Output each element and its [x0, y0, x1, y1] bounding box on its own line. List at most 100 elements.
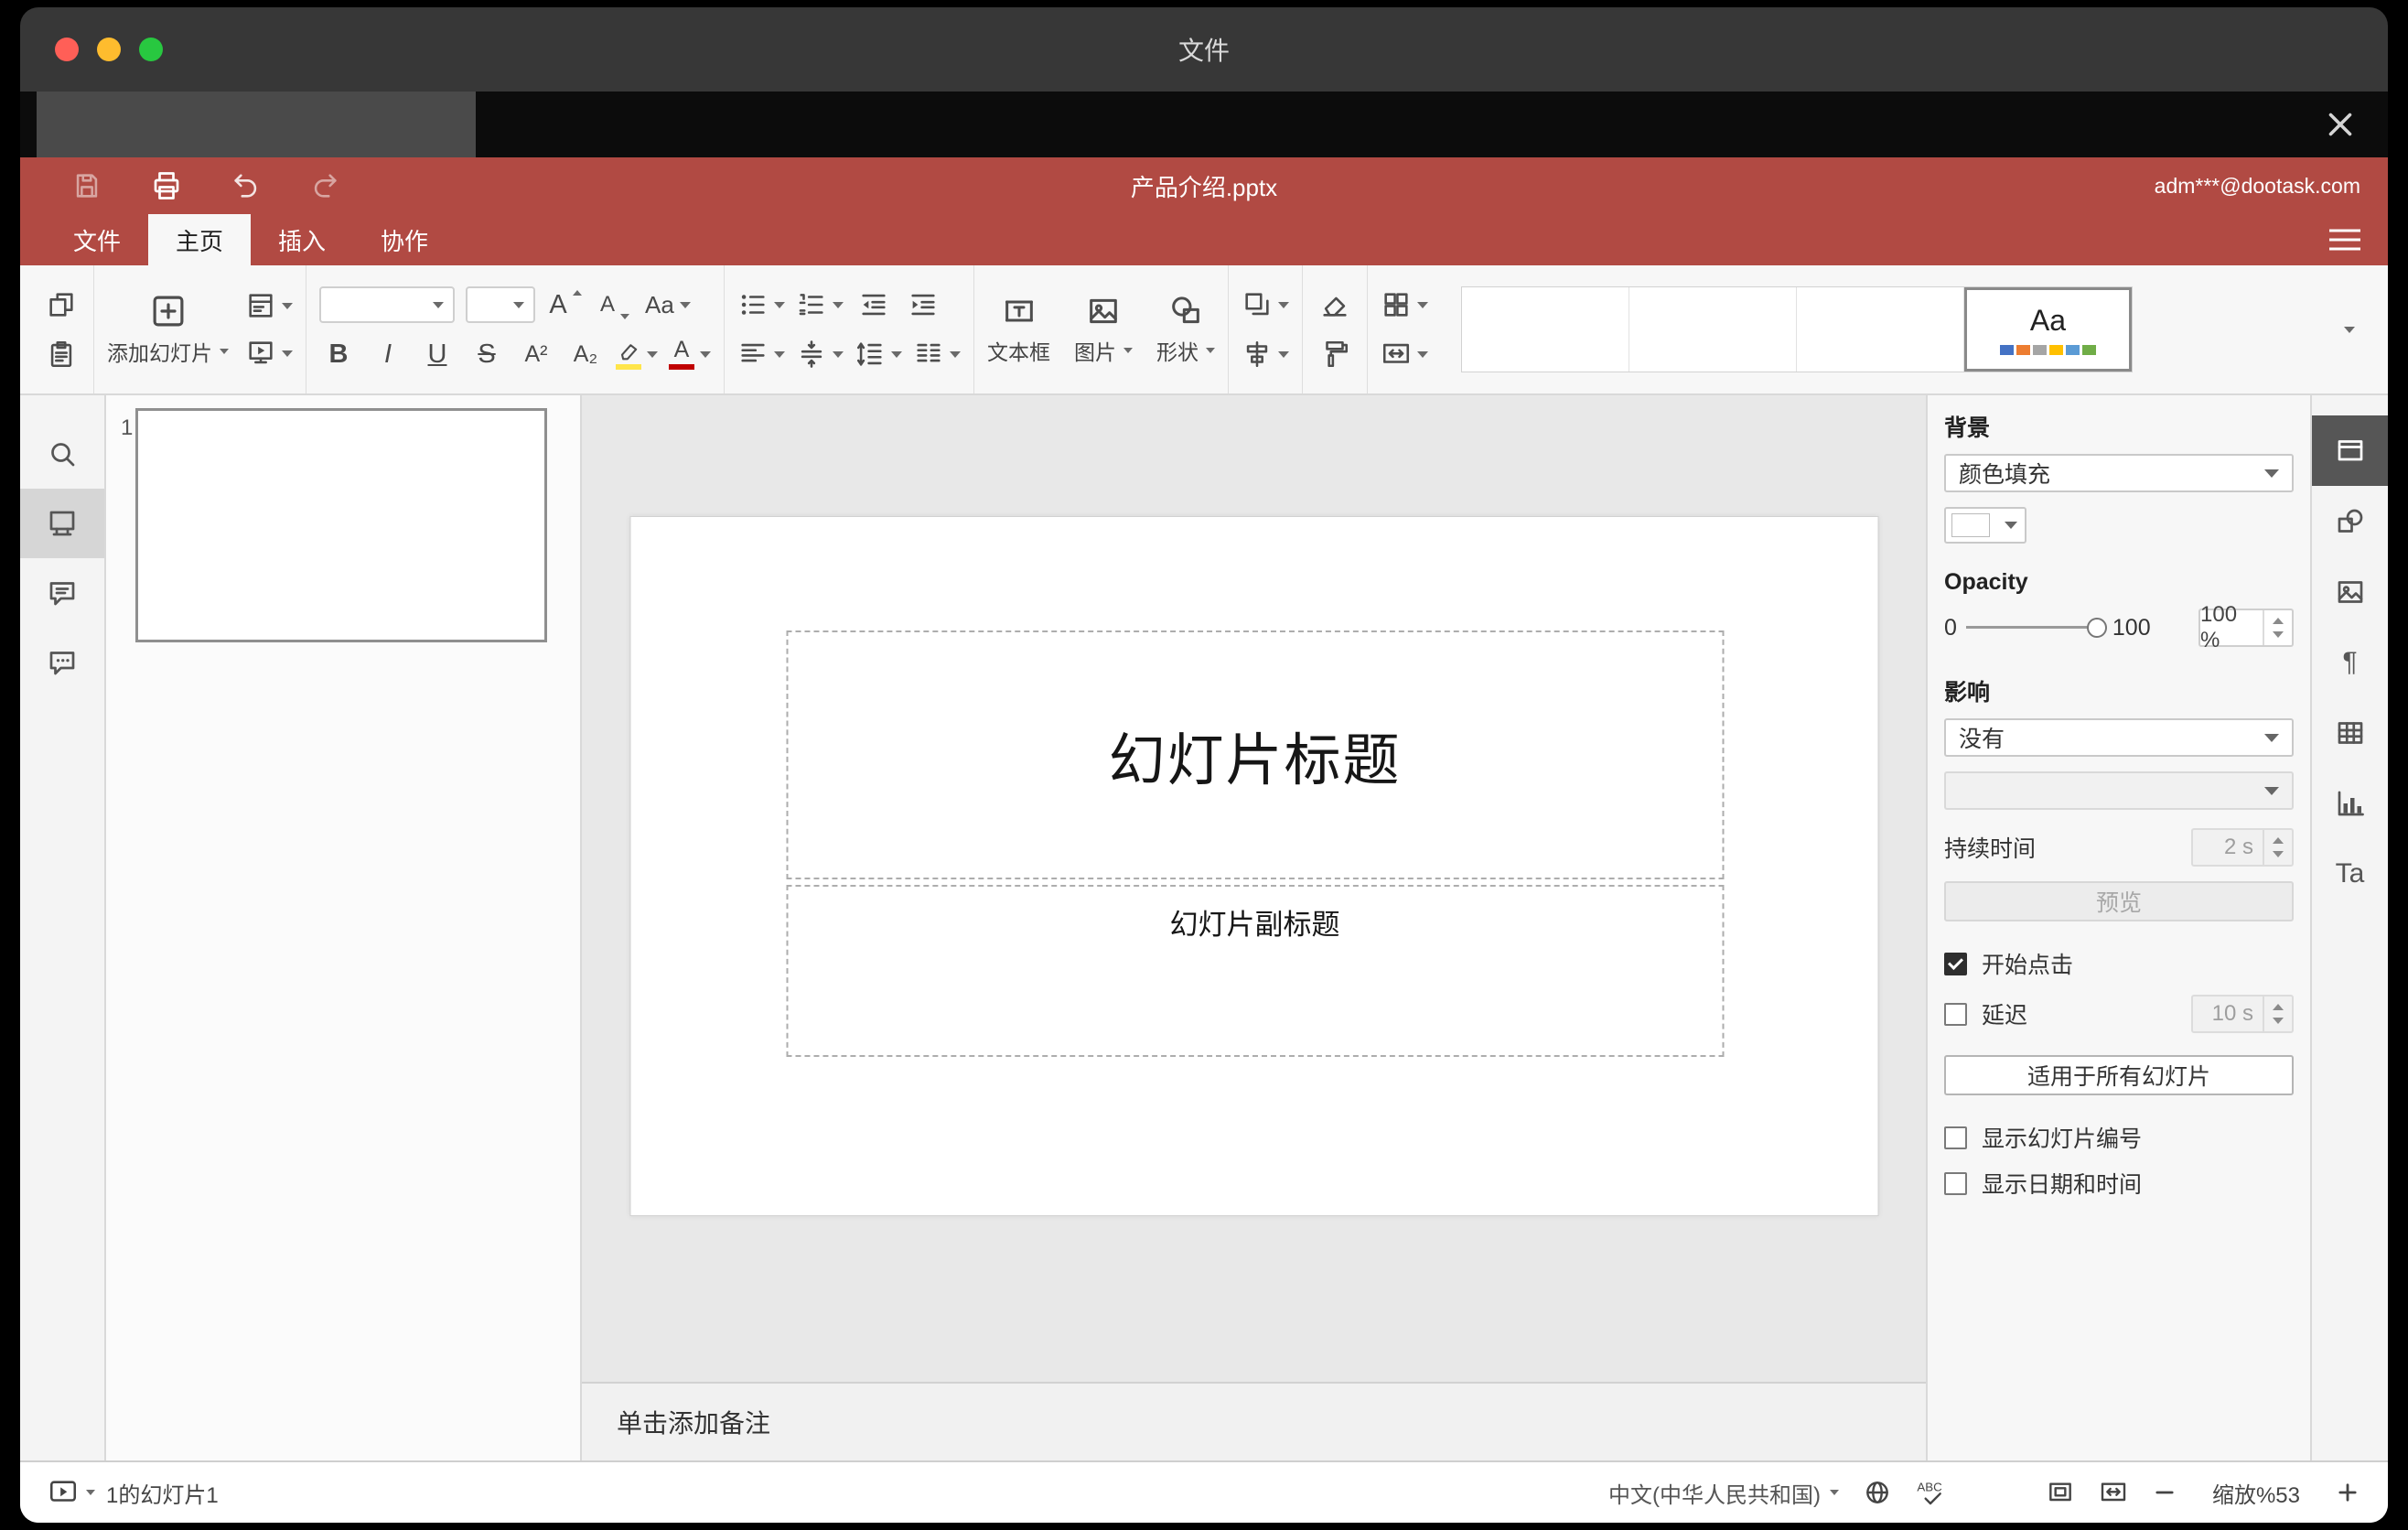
slider-handle[interactable]	[2086, 618, 2107, 638]
insert-shape-button[interactable]: 形状	[1156, 265, 1215, 393]
line-spacing-button[interactable]	[855, 334, 902, 374]
theme-option-3[interactable]	[1797, 287, 1964, 372]
show-date-time-checkbox[interactable]	[1944, 1171, 1967, 1195]
fit-width-button[interactable]	[2099, 1478, 2128, 1507]
spinner-arrows[interactable]	[2263, 830, 2292, 865]
slide-settings-tab[interactable]	[2312, 415, 2388, 486]
decrease-font-size-button[interactable]: A	[596, 285, 634, 325]
zoom-out-button[interactable]	[2152, 1480, 2177, 1505]
highlight-color-button[interactable]	[616, 334, 658, 374]
feedback-icon	[49, 652, 75, 675]
font-size-combo[interactable]	[466, 286, 535, 323]
delay-checkbox[interactable]	[1944, 1002, 1967, 1026]
apply-to-all-slides-button[interactable]: 适用于所有幻灯片	[1944, 1055, 2294, 1095]
image-settings-tab[interactable]	[2312, 556, 2388, 627]
start-on-click-checkbox[interactable]	[1944, 952, 1967, 975]
decrease-indent-button[interactable]	[855, 285, 893, 325]
copy-button[interactable]	[42, 285, 81, 325]
print-button[interactable]	[150, 169, 183, 202]
fit-slide-button[interactable]	[2046, 1478, 2075, 1507]
change-slide-layout-button[interactable]	[245, 286, 293, 326]
save-button[interactable]	[71, 170, 102, 201]
opacity-slider[interactable]	[1965, 616, 2107, 640]
sidebar-comments-button[interactable]	[20, 558, 104, 628]
undo-icon	[234, 174, 257, 198]
tab-insert[interactable]: 插入	[251, 214, 353, 265]
underline-button[interactable]: U	[418, 334, 457, 374]
strikethrough-button[interactable]: S	[468, 334, 506, 374]
document-language-button[interactable]: 中文(中华人民共和国)	[1608, 1477, 1839, 1509]
slide-thumbnail-1[interactable]	[135, 408, 547, 642]
increase-font-size-button[interactable]: A	[546, 285, 585, 325]
insert-textbox-button[interactable]: 文本框	[987, 265, 1050, 393]
preview-button[interactable]: 预览	[1944, 881, 2294, 921]
set-language-button[interactable]	[1863, 1478, 1892, 1507]
columns-button[interactable]	[913, 334, 961, 374]
undo-button[interactable]	[231, 170, 262, 201]
tab-file[interactable]: 文件	[46, 214, 148, 265]
paragraph-settings-tab[interactable]: ¶	[2312, 627, 2388, 697]
redo-button[interactable]	[309, 170, 340, 201]
copy-style-button[interactable]	[1316, 334, 1354, 374]
transition-effect-select[interactable]: 没有	[1944, 718, 2294, 757]
align-shape-button[interactable]	[1242, 334, 1289, 374]
start-slideshow-status-button[interactable]	[48, 1477, 95, 1508]
sidebar-slides-button[interactable]	[20, 489, 104, 558]
spinner-arrows[interactable]	[2263, 610, 2292, 645]
spinner-arrows[interactable]	[2263, 997, 2292, 1031]
superscript-button[interactable]: A²	[517, 334, 555, 374]
textart-settings-tab[interactable]: Ta	[2312, 838, 2388, 909]
tab-collaboration[interactable]: 协作	[353, 214, 456, 265]
show-slide-number-checkbox[interactable]	[1944, 1126, 1967, 1149]
bold-button[interactable]: B	[319, 334, 358, 374]
background-fill-select[interactable]: 颜色填充	[1944, 454, 2294, 492]
start-slideshow-button[interactable]	[245, 333, 293, 373]
bullets-button[interactable]	[737, 285, 785, 325]
sidebar-feedback-button[interactable]	[20, 628, 104, 697]
table-settings-tab[interactable]	[2312, 697, 2388, 768]
numbering-button[interactable]	[796, 285, 844, 325]
theme-option-1[interactable]	[1462, 287, 1629, 372]
delay-label: 延迟	[1982, 1003, 2028, 1029]
toolbar-more-button[interactable]	[2331, 311, 2368, 348]
spell-check-button[interactable]: ABC	[1916, 1478, 1952, 1507]
color-scheme-button[interactable]	[1381, 285, 1428, 325]
shape-settings-tab[interactable]	[2312, 486, 2388, 556]
chart-settings-tab[interactable]	[2312, 768, 2388, 838]
notes-area[interactable]: 单击添加备注	[582, 1382, 1926, 1460]
hamburger-menu-icon[interactable]	[2329, 229, 2360, 251]
clear-style-button[interactable]	[1316, 285, 1354, 325]
font-color-button[interactable]: A	[669, 334, 711, 374]
minimize-window-button[interactable]	[97, 38, 121, 61]
insert-image-button[interactable]: 图片	[1074, 265, 1133, 393]
transition-type-select[interactable]	[1944, 771, 2294, 810]
change-case-button[interactable]: Aa	[645, 285, 691, 325]
background-color-picker[interactable]	[1944, 507, 2026, 544]
tab-home[interactable]: 主页	[148, 214, 252, 265]
close-window-button[interactable]	[55, 38, 79, 61]
slide-editing-area[interactable]: 幻灯片标题 幻灯片副标题	[629, 516, 1878, 1216]
font-name-combo[interactable]	[319, 286, 455, 323]
horizontal-align-button[interactable]	[737, 334, 785, 374]
add-slide-button[interactable]: 添加幻灯片	[107, 265, 229, 393]
duration-spinner[interactable]: 2 s	[2191, 828, 2294, 867]
theme-option-2[interactable]	[1629, 287, 1797, 372]
delay-spinner[interactable]: 10 s	[2191, 995, 2294, 1033]
opacity-control: 0 100 100 %	[1944, 602, 2294, 652]
slide-subtitle-placeholder[interactable]: 幻灯片副标题	[786, 885, 1724, 1057]
slide-title-placeholder[interactable]: 幻灯片标题	[786, 630, 1724, 879]
opacity-spinner[interactable]: 100 %	[2198, 602, 2294, 652]
zoom-window-button[interactable]	[139, 38, 163, 61]
increase-indent-button[interactable]	[904, 285, 942, 325]
subscript-button[interactable]: A₂	[566, 334, 605, 374]
textbox-icon	[1005, 300, 1033, 322]
vertical-align-button[interactable]	[796, 334, 844, 374]
arrange-shape-button[interactable]	[1242, 285, 1289, 325]
paste-button[interactable]	[42, 334, 81, 374]
zoom-in-button[interactable]	[2335, 1480, 2360, 1505]
italic-button[interactable]: I	[369, 334, 407, 374]
slide-size-button[interactable]	[1381, 334, 1428, 374]
close-modal-button[interactable]	[2318, 102, 2362, 146]
theme-option-selected[interactable]: Aa	[1964, 287, 2132, 372]
sidebar-search-button[interactable]	[20, 419, 104, 489]
